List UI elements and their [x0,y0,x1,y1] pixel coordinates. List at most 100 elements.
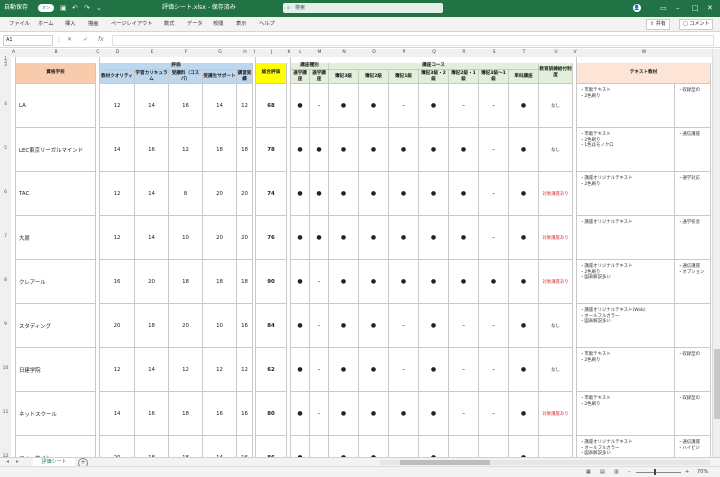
row-header-11[interactable]: 11 [0,410,11,415]
page-layout-view-icon[interactable]: ▤ [600,468,605,476]
autosave-toggle[interactable]: オン [38,4,54,12]
score-cell: 14 [203,436,237,457]
tab-formulas[interactable]: 数式 [164,20,174,28]
zoom-slider-knob[interactable] [654,469,656,475]
row-header-4[interactable]: 4 [0,102,11,107]
column-header-p[interactable]: P [389,49,419,57]
tab-view[interactable]: 表示 [236,20,246,28]
refund-status [539,436,573,457]
column-header-e[interactable]: E [135,49,169,57]
next-sheet-icon[interactable]: ▸ [16,458,19,466]
course-mark: – [449,84,479,128]
textbook-header: テキスト教材 [577,63,711,84]
course-mark: ● [359,348,389,392]
column-header-g[interactable]: G [203,49,237,57]
fx-icon[interactable]: fx [98,36,104,44]
column-header-w[interactable]: W [577,49,711,57]
course-mark: ● [419,128,449,172]
column-header-f[interactable]: F [169,49,203,57]
row-header-9[interactable]: 9 [0,322,11,327]
undo-icon[interactable]: ↶ [72,3,78,13]
tab-file[interactable]: ファイル [9,20,30,28]
comment-button[interactable]: ▢ コメント [679,19,714,30]
tab-draw[interactable]: 描画 [88,20,98,28]
tab-page-layout[interactable]: ページレイアウト [111,20,152,28]
normal-view-icon[interactable]: ▦ [586,468,591,476]
course-mark: – [310,392,329,436]
maximize-icon[interactable]: □ [692,2,699,14]
score-cell: 18 [135,436,169,457]
score-cell: 16 [237,436,253,457]
course-mark: – [310,348,329,392]
tab-data[interactable]: データ [187,20,203,28]
save-icon[interactable]: ▣ [60,3,67,13]
vertical-scrollbar[interactable] [712,49,720,457]
textbook-extra: ・通信講座 ・オプション [675,260,711,304]
total-header: 総合評価 [256,63,287,84]
column-header-s[interactable]: S [479,49,509,57]
row-header-8[interactable]: 8 [0,278,11,283]
close-icon[interactable]: ✕ [707,2,713,14]
zoom-slider[interactable] [636,472,681,473]
tab-insert[interactable]: 挿入 [65,20,75,28]
tab-help[interactable]: ヘルプ [259,20,275,28]
redo-icon[interactable]: ↷ [84,3,90,13]
tab-review[interactable]: 校閲 [213,20,223,28]
course-mark: – [479,84,509,128]
column-header-q[interactable]: Q [419,49,449,57]
score-cell: 10 [169,216,203,260]
row-header-10[interactable]: 10 [0,366,11,371]
customize-qat-icon[interactable]: ⌄ [96,3,102,13]
school-header: 資格学校 [16,63,96,84]
column-header-l[interactable]: L [291,49,310,57]
column-header-o[interactable]: O [359,49,389,57]
course-mark: – [479,304,509,348]
ribbon-display-icon[interactable]: ▭ [660,2,667,14]
formula-input[interactable] [112,35,714,46]
row-header-5[interactable]: 5 [0,146,11,151]
zoom-out-icon[interactable]: – [628,468,631,476]
column-header-d[interactable]: D [100,49,135,57]
prev-sheet-icon[interactable]: ◂ [6,458,9,466]
avatar[interactable]: 👤 [633,4,641,12]
column-header-r[interactable]: R [449,49,479,57]
name-box[interactable]: A1 [3,35,53,46]
comment-label: コメント [689,21,710,27]
column-header-m[interactable]: M [310,49,329,57]
tab-home[interactable]: ホーム [38,20,53,28]
column-header-t[interactable]: T [509,49,539,57]
row-header-7[interactable]: 7 [0,234,11,239]
textbook-details: ・市販テキスト ・2色刷り [577,84,675,128]
vertical-scroll-thumb[interactable] [714,349,720,419]
score-cell: 16 [135,392,169,436]
course-mark: ● [389,260,419,304]
page-break-view-icon[interactable]: ▥ [614,468,619,476]
textbook-details: ・市販テキスト ・2色刷り [577,392,675,436]
spreadsheet-grid[interactable]: 資格学校 評価 教材クオリティ 学習カリキュラム 受講料（コスパ） 受講生サポート 講習実績… [11,57,712,457]
search-box[interactable]: ⌕ 検索 [283,3,443,13]
formula-bar: A1 ⋮ ✕ ✓ fx [0,33,720,48]
zoom-in-icon[interactable]: + [685,468,689,476]
total-score: 68 [256,84,287,128]
course-mark: ● [329,436,359,457]
column-header-j[interactable]: J [256,49,287,57]
score-cell: 20 [169,304,203,348]
zoom-level[interactable]: 70% [697,468,708,476]
textbook-details: ・講座オリジナルテキスト [577,216,675,260]
row-header-6[interactable]: 6 [0,190,11,195]
score-cell: 20 [100,304,135,348]
criteria-header-3: 受講料（コスパ） [169,70,203,84]
column-header-b[interactable]: B [16,49,96,57]
share-button[interactable]: ⇪ 共有 [646,19,670,30]
minimize-icon[interactable]: – [676,2,680,14]
horizontal-scroll-thumb[interactable] [400,460,490,465]
textbook-details: ・講座オリジナルテキスト ・2色刷り ・図表解説多い [577,260,675,304]
column-header-u[interactable]: U [539,49,573,57]
column-header-n[interactable]: N [329,49,359,57]
enter-icon[interactable]: ✓ [83,36,88,44]
cancel-icon[interactable]: ✕ [67,36,72,44]
row-header-3[interactable]: 3 [0,63,11,68]
column-header-h[interactable]: H [237,49,253,57]
course-mark: ● [329,392,359,436]
course-mark: ● [449,260,479,304]
